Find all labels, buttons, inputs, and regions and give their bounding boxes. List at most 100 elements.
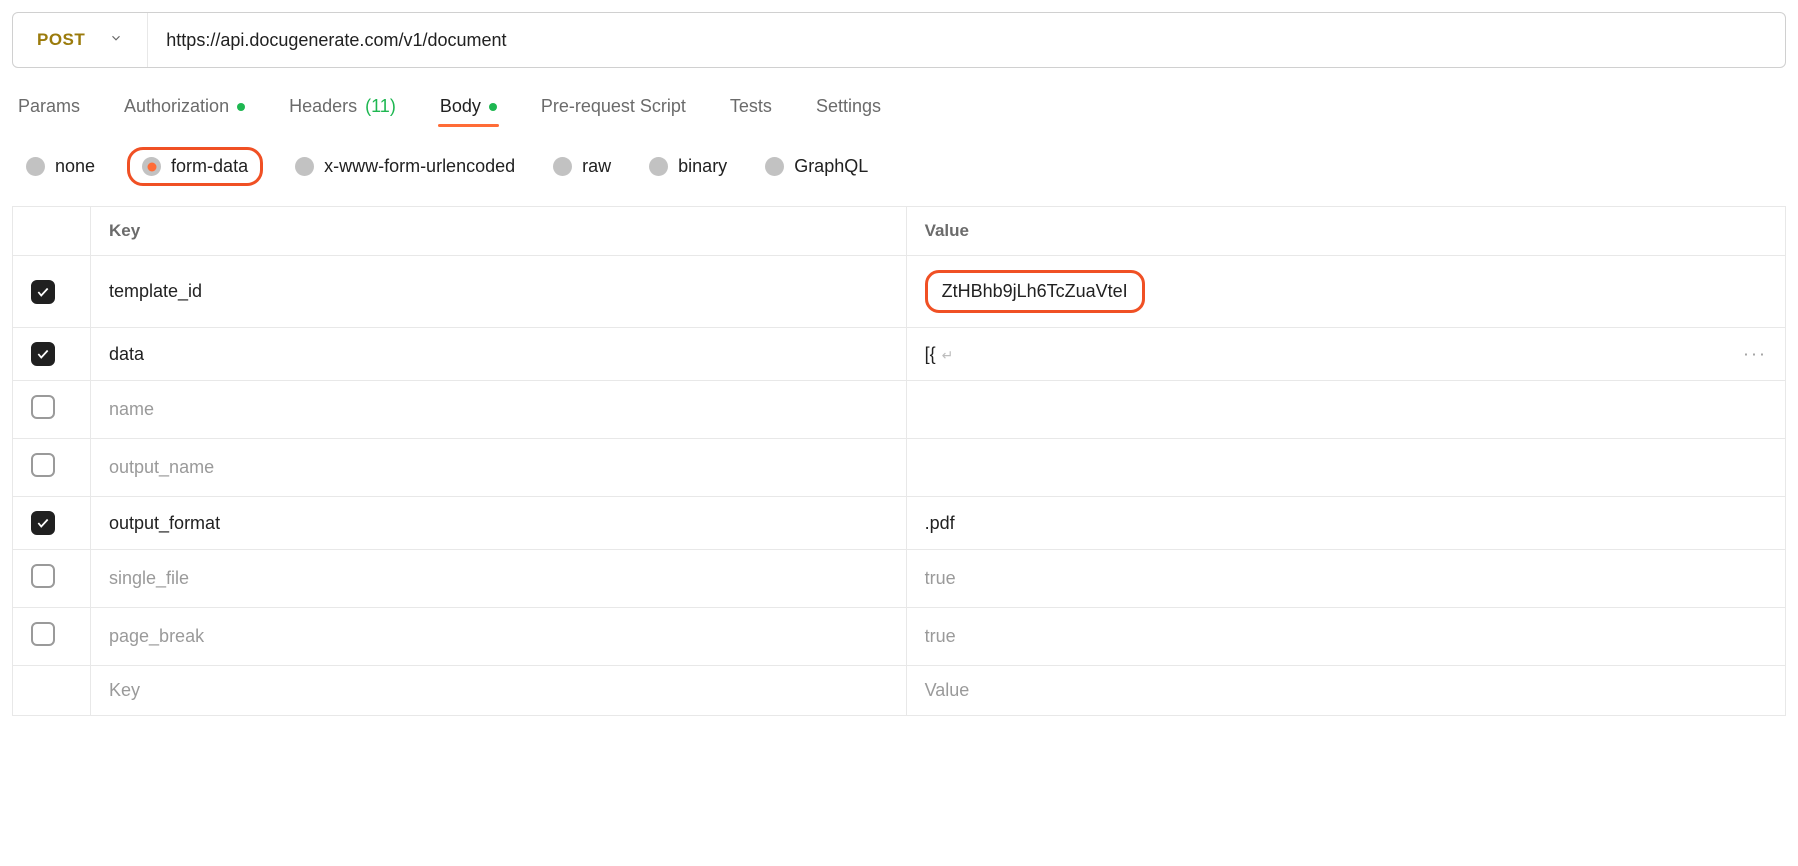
status-dot-icon <box>237 103 245 111</box>
tab-params-label: Params <box>18 96 80 117</box>
tab-tests-label: Tests <box>730 96 772 117</box>
table-header-value: Value <box>906 207 1785 256</box>
row-key-text: output_format <box>109 513 220 533</box>
row-value-cell[interactable]: true <box>906 550 1785 608</box>
row-value-text: true <box>925 568 956 588</box>
row-key-text: output_name <box>109 457 214 477</box>
placeholder-key-cell[interactable]: Key <box>91 666 907 716</box>
table-row: page_break true <box>13 608 1786 666</box>
tab-settings[interactable]: Settings <box>814 88 883 125</box>
body-type-graphql[interactable]: GraphQL <box>759 152 874 181</box>
request-bar: POST https://api.docugenerate.com/v1/doc… <box>12 12 1786 68</box>
status-dot-icon <box>489 103 497 111</box>
radio-icon <box>553 157 572 176</box>
row-value-cell[interactable] <box>906 381 1785 439</box>
body-type-binary-label: binary <box>678 156 727 177</box>
tab-headers-label: Headers <box>289 96 357 117</box>
http-method-label: POST <box>37 30 85 50</box>
row-checkbox-cell <box>13 381 91 439</box>
value-highlight-box: ZtHBhb9jLh6TcZuaVteI <box>925 270 1145 313</box>
row-key-text: single_file <box>109 568 189 588</box>
row-value-cell[interactable]: [{ ↵ ··· <box>906 328 1785 381</box>
tab-prerequest-label: Pre-request Script <box>541 96 686 117</box>
table-header-key: Key <box>91 207 907 256</box>
row-key-cell[interactable]: template_id <box>91 256 907 328</box>
radio-icon <box>765 157 784 176</box>
newline-icon: ↵ <box>942 347 954 363</box>
table-row: name <box>13 381 1786 439</box>
row-key-cell[interactable]: name <box>91 381 907 439</box>
row-checkbox[interactable] <box>31 622 55 646</box>
table-row: template_id ZtHBhb9jLh6TcZuaVteI <box>13 256 1786 328</box>
row-value-cell[interactable] <box>906 439 1785 497</box>
table-header-check <box>13 207 91 256</box>
row-key-cell[interactable]: single_file <box>91 550 907 608</box>
body-type-raw[interactable]: raw <box>547 152 617 181</box>
tab-body[interactable]: Body <box>438 88 499 125</box>
request-url-text: https://api.docugenerate.com/v1/document <box>166 30 506 51</box>
chevron-down-icon <box>109 31 123 50</box>
body-type-formdata-label: form-data <box>171 156 248 177</box>
row-checkbox-cell <box>13 328 91 381</box>
row-key-cell[interactable]: data <box>91 328 907 381</box>
row-value-cell[interactable]: ZtHBhb9jLh6TcZuaVteI <box>906 256 1785 328</box>
table-row: output_name <box>13 439 1786 497</box>
radio-icon <box>142 157 161 176</box>
body-type-none[interactable]: none <box>20 152 101 181</box>
row-key-text: name <box>109 399 154 419</box>
body-type-binary[interactable]: binary <box>643 152 733 181</box>
row-value-text: ZtHBhb9jLh6TcZuaVteI <box>942 281 1128 301</box>
table-placeholder-row: Key Value <box>13 666 1786 716</box>
row-value-cell[interactable]: true <box>906 608 1785 666</box>
radio-icon <box>26 157 45 176</box>
tab-settings-label: Settings <box>816 96 881 117</box>
expand-value-icon[interactable]: ··· <box>1743 344 1767 365</box>
row-value-cell[interactable]: .pdf <box>906 497 1785 550</box>
row-checkbox-cell <box>13 608 91 666</box>
tab-headers-count: (11) <box>365 96 396 117</box>
body-type-none-label: none <box>55 156 95 177</box>
body-type-urlencoded[interactable]: x-www-form-urlencoded <box>289 152 521 181</box>
row-key-cell[interactable]: page_break <box>91 608 907 666</box>
row-checkbox-cell <box>13 497 91 550</box>
row-value-text: .pdf <box>925 513 955 533</box>
placeholder-key-text: Key <box>109 680 140 700</box>
row-checkbox[interactable] <box>31 342 55 366</box>
formdata-table: Key Value template_id ZtHBhb9jLh6TcZuaVte… <box>12 206 1786 716</box>
body-type-formdata[interactable]: form-data <box>142 156 248 177</box>
row-checkbox[interactable] <box>31 453 55 477</box>
row-value-text: [{ <box>925 344 936 364</box>
row-key-cell[interactable]: output_name <box>91 439 907 497</box>
table-header-row: Key Value <box>13 207 1786 256</box>
request-url-input[interactable]: https://api.docugenerate.com/v1/document <box>148 13 1785 67</box>
row-checkbox[interactable] <box>31 395 55 419</box>
table-row: single_file true <box>13 550 1786 608</box>
row-checkbox[interactable] <box>31 511 55 535</box>
body-type-graphql-label: GraphQL <box>794 156 868 177</box>
body-type-selector: none form-data x-www-form-urlencoded raw… <box>12 143 1786 190</box>
radio-icon <box>649 157 668 176</box>
tab-headers[interactable]: Headers (11) <box>287 88 398 125</box>
row-value-text: true <box>925 626 956 646</box>
row-checkbox-cell <box>13 439 91 497</box>
row-key-text: data <box>109 344 144 364</box>
placeholder-check-cell <box>13 666 91 716</box>
row-key-cell[interactable]: output_format <box>91 497 907 550</box>
tab-prerequest[interactable]: Pre-request Script <box>539 88 688 125</box>
http-method-select[interactable]: POST <box>13 13 148 67</box>
row-checkbox-cell <box>13 550 91 608</box>
tab-authorization-label: Authorization <box>124 96 229 117</box>
tab-authorization[interactable]: Authorization <box>122 88 247 125</box>
table-row: data [{ ↵ ··· <box>13 328 1786 381</box>
table-row: output_format .pdf <box>13 497 1786 550</box>
row-checkbox[interactable] <box>31 280 55 304</box>
tab-tests[interactable]: Tests <box>728 88 774 125</box>
tab-params[interactable]: Params <box>16 88 82 125</box>
body-type-formdata-highlight: form-data <box>127 147 263 186</box>
row-key-text: page_break <box>109 626 204 646</box>
radio-icon <box>295 157 314 176</box>
row-checkbox[interactable] <box>31 564 55 588</box>
body-type-urlencoded-label: x-www-form-urlencoded <box>324 156 515 177</box>
tab-body-label: Body <box>440 96 481 117</box>
placeholder-value-cell[interactable]: Value <box>906 666 1785 716</box>
